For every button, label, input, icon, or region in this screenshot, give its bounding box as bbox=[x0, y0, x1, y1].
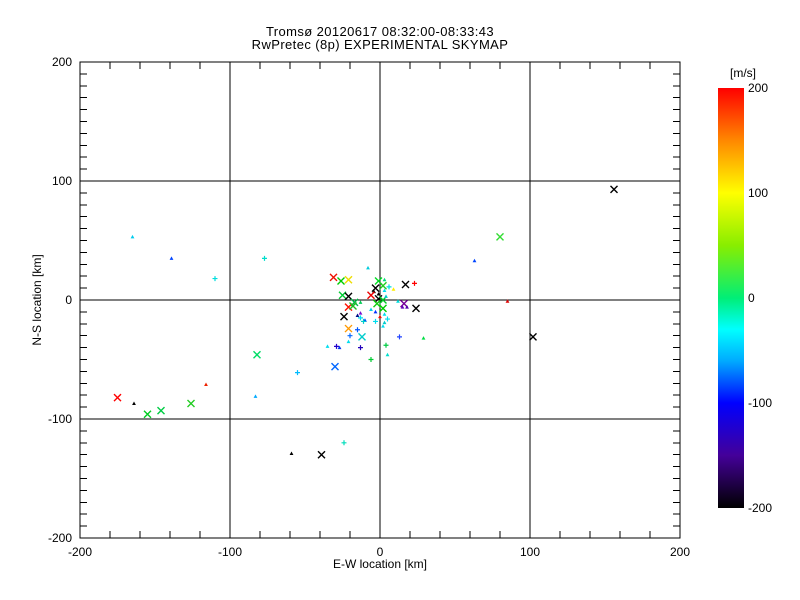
data-point-dot bbox=[253, 394, 258, 398]
data-point-x bbox=[187, 399, 195, 408]
data-point-x bbox=[143, 410, 152, 419]
x-axis-label: E-W location [km] bbox=[332, 557, 428, 571]
y-tick-label: -100 bbox=[48, 412, 72, 426]
data-point-plus bbox=[212, 276, 218, 282]
data-point-dot bbox=[130, 234, 135, 239]
data-point-plus bbox=[262, 255, 267, 261]
data-point-plus bbox=[373, 318, 378, 324]
colorbar-gradient bbox=[718, 88, 744, 508]
data-point-x bbox=[496, 232, 504, 241]
data-point-dot bbox=[366, 265, 370, 270]
data-point-dot bbox=[421, 336, 426, 340]
data-point-x bbox=[358, 332, 366, 341]
data-point-plus bbox=[368, 357, 374, 362]
data-point-x bbox=[610, 185, 618, 194]
data-point-x bbox=[157, 406, 165, 415]
data-point-dot bbox=[204, 382, 208, 386]
colorbar-tick-label: 0 bbox=[748, 291, 755, 305]
colorbar-unit-label: [m/s] bbox=[730, 66, 756, 80]
data-point-dot bbox=[382, 277, 387, 282]
data-point-x bbox=[401, 280, 410, 289]
data-point-x bbox=[371, 284, 380, 293]
colorbar-tick-label: -200 bbox=[748, 501, 772, 515]
plot-title-line2: RwPretec (8p) EXPERIMENTAL SKYMAP bbox=[251, 37, 509, 52]
y-tick-label: 200 bbox=[52, 55, 72, 69]
colorbar-tick-label: 200 bbox=[748, 81, 768, 95]
skymap-screenshot: Tromsø 20120617 08:32:00-08:33:43 RwPret… bbox=[0, 0, 800, 600]
data-point-dot bbox=[382, 312, 387, 316]
data-point-x bbox=[340, 312, 348, 321]
plot-canvas: -200 -100 0 100 2002001000-100-2002001000-10… bbox=[48, 55, 772, 559]
data-point-dot bbox=[378, 314, 382, 319]
data-point-x bbox=[379, 281, 387, 290]
data-point-dot bbox=[369, 307, 373, 312]
data-point-dot bbox=[346, 339, 351, 344]
data-point-dot bbox=[358, 311, 363, 315]
data-point-dot bbox=[385, 352, 390, 357]
data-point-x bbox=[367, 291, 375, 300]
data-point-plus bbox=[295, 370, 300, 376]
data-point-plus bbox=[355, 327, 360, 333]
y-axis-label: N-S location [km] bbox=[30, 254, 44, 346]
data-point-x bbox=[317, 450, 326, 459]
data-point-dot bbox=[472, 258, 477, 263]
data-point-x bbox=[344, 292, 353, 301]
data-point-x bbox=[253, 350, 261, 359]
data-point-x bbox=[529, 332, 537, 341]
data-point-plus bbox=[397, 334, 402, 340]
data-point-plus bbox=[383, 342, 389, 348]
data-point-dot bbox=[355, 313, 360, 317]
data-point-x bbox=[344, 324, 353, 333]
colorbar-tick-label: -100 bbox=[748, 396, 772, 410]
data-point-dot bbox=[289, 451, 294, 456]
data-point-plus bbox=[412, 280, 417, 286]
data-point-x bbox=[113, 393, 122, 402]
data-point-x bbox=[412, 304, 420, 313]
data-point-dot bbox=[358, 300, 363, 304]
data-point-plus bbox=[386, 284, 392, 290]
y-tick-label: 100 bbox=[52, 174, 72, 188]
colorbar-tick-label: 100 bbox=[748, 186, 768, 200]
data-point-dot bbox=[382, 320, 387, 325]
data-point-x bbox=[329, 273, 338, 282]
data-point-plus bbox=[341, 440, 347, 446]
data-point-dot bbox=[373, 309, 378, 314]
data-point-dot bbox=[169, 256, 174, 260]
data-point-plus bbox=[347, 333, 353, 339]
data-point-dot bbox=[325, 344, 330, 348]
data-point-x bbox=[344, 275, 353, 284]
data-point-x bbox=[400, 299, 408, 308]
data-point-x bbox=[331, 362, 339, 371]
y-tick-label: 0 bbox=[65, 293, 72, 307]
data-point-dot bbox=[132, 401, 136, 406]
data-point-x bbox=[337, 276, 345, 285]
data-point-plus bbox=[385, 316, 390, 322]
y-tick-label: -200 bbox=[48, 531, 72, 545]
data-point-x bbox=[379, 304, 387, 313]
data-point-dot bbox=[384, 294, 388, 298]
data-point-plus bbox=[358, 345, 363, 351]
data-point-x bbox=[338, 291, 347, 300]
plot-title: Tromsø 20120617 08:32:00-08:33:43 RwPret… bbox=[80, 25, 680, 51]
data-point-dot bbox=[391, 287, 396, 291]
data-point-dot bbox=[381, 324, 385, 328]
